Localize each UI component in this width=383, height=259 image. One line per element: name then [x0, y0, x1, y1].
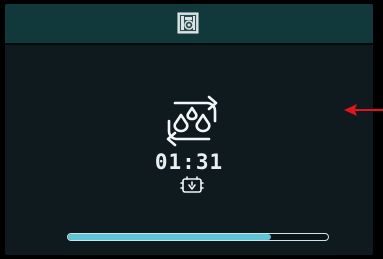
device-frame: 01:31 [0, 0, 383, 259]
display-screen: 01:31 [5, 4, 373, 255]
wash-tub-icon [180, 176, 204, 193]
water-cycle-icon [166, 95, 218, 147]
red-pointer-arrow [344, 104, 383, 116]
progress-fill [68, 234, 271, 240]
header-bar [5, 4, 373, 45]
washing-machine-icon [177, 12, 199, 34]
progress-bar [67, 233, 329, 241]
remaining-time: 01:31 [154, 150, 224, 174]
